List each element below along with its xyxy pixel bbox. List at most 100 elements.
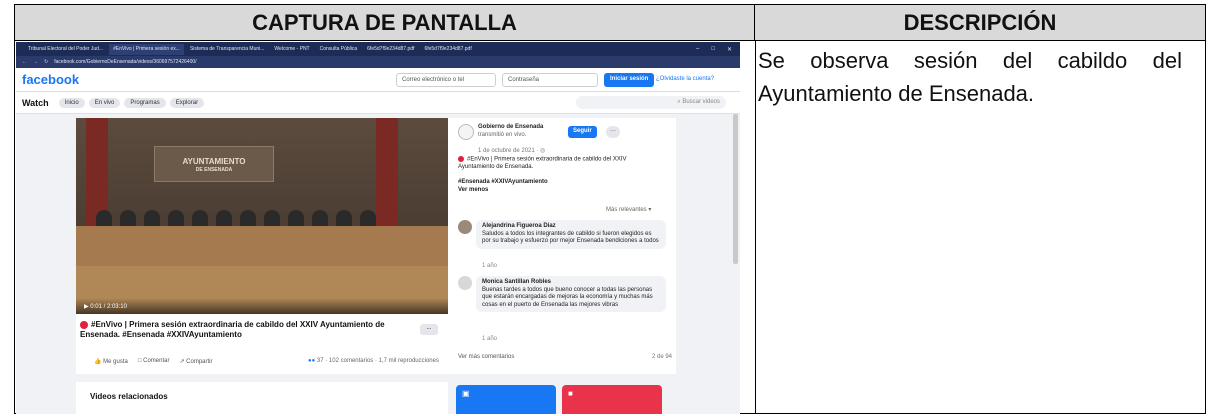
commenter-avatar[interactable]: [458, 220, 472, 234]
browser-tab[interactable]: Sistema de Transparencia Muni...: [186, 44, 268, 55]
video-controls[interactable]: ▶ 0:01 / 2:03:10: [76, 298, 448, 314]
comment-bubble: Alejandrina Figueroa Diaz Saludos a todos…: [476, 220, 666, 249]
share-label: Compartir: [186, 359, 213, 365]
scrollbar[interactable]: [733, 114, 738, 264]
video-title-text: #EnVivo | Primera sesión extraordinaria …: [80, 320, 385, 339]
facebook-header: facebook Correo electrónico o tel Contra…: [16, 68, 740, 92]
email-field[interactable]: Correo electrónico o tel: [396, 73, 496, 87]
description-cell: Se observa sesión del cabildo del Ayunta…: [758, 44, 1182, 110]
messenger-tile[interactable]: ▣: [456, 385, 556, 414]
comment-author[interactable]: Monica Santillan Robles: [482, 279, 660, 287]
video-table: [76, 226, 448, 266]
commenter-avatar[interactable]: [458, 276, 472, 290]
transmitted-text: transmitió en vivo.: [478, 131, 527, 138]
camera-icon: ■: [568, 389, 573, 398]
video-curtain: [376, 118, 398, 238]
video-search-input[interactable]: ⌕ Buscar videos: [576, 96, 726, 109]
comment-item: Alejandrina Figueroa Diaz Saludos a todos…: [458, 220, 668, 264]
more-options-button[interactable]: ...: [420, 324, 438, 335]
video-title: #EnVivo | Primera sesión extraordinaria …: [80, 320, 410, 340]
column-divider: [755, 41, 756, 413]
banner-sub: DE ENSENADA: [195, 167, 233, 173]
related-videos-title: Videos relacionados: [90, 392, 168, 401]
post-menu-button[interactable]: ···: [606, 126, 620, 138]
reaction-icons: ●●: [308, 358, 317, 364]
forgot-account-link[interactable]: ¿Olvidaste la cuenta?: [656, 76, 714, 82]
more-comments-link[interactable]: Ver más comentarios: [458, 354, 514, 362]
like-button[interactable]: 👍 Me gusta: [94, 358, 128, 365]
video-icon: ▣: [462, 389, 470, 398]
globe-icon: ◎: [540, 148, 546, 154]
post-tags-text[interactable]: #Ensenada #XXIVAyuntamiento: [458, 179, 548, 185]
post-text-body: #EnVivo | Primera sesión extraordinaria …: [458, 156, 627, 171]
browser-tab[interactable]: #EnVivo | Primera sesión ex...: [109, 43, 184, 55]
watch-nav: Watch Inicio En vivo Programas Explorar …: [16, 92, 740, 114]
post-actions: 👍 Me gusta □ Comentar ↗ Compartir: [94, 358, 213, 365]
comment-item: Monica Santillan Robles Buenas tardes a t…: [458, 276, 668, 336]
screenshot-image: Tribunal Electoral del Poder Jud... #EnV…: [16, 42, 740, 414]
comment-text: Buenas tardes a todos que bueno conocer …: [482, 286, 653, 308]
see-less-link[interactable]: Ver menos: [458, 187, 488, 193]
reactions-text: 37 · 102 comentarios · 1,7 mil reproducc…: [316, 358, 439, 364]
back-icon[interactable]: ←: [22, 59, 27, 65]
post-tags: #Ensenada #XXIVAyuntamiento Ver menos: [458, 179, 658, 194]
like-label: Me gusta: [103, 359, 128, 365]
banner-main: AYUNTAMIENTO: [182, 157, 246, 166]
live-dot-icon: [458, 156, 464, 162]
browser-tab[interactable]: 6fe5d7f9e234d87.pdf: [363, 44, 418, 55]
browser-tab[interactable]: Welcome - PNT: [270, 44, 313, 55]
page-name[interactable]: Gobierno de Ensenada transmitió en vivo.: [478, 124, 558, 139]
close-icon[interactable]: ✕: [727, 46, 732, 53]
thumbs-up-icon: 👍: [94, 359, 104, 365]
watch-title: Watch: [22, 97, 49, 108]
comment-time: 1 año: [482, 336, 498, 342]
chip-en-vivo[interactable]: En vivo: [88, 97, 121, 108]
live-tile[interactable]: ■: [562, 385, 662, 414]
chip-inicio[interactable]: Inicio: [58, 97, 85, 108]
chip-programas[interactable]: Programas: [124, 97, 166, 108]
post-text: #EnVivo | Primera sesión extraordinaria …: [458, 156, 658, 172]
video-card: AYUNTAMIENTO DE ENSENADA ▶ 0:01 / 2:03:10…: [76, 118, 676, 374]
forward-icon[interactable]: →: [33, 59, 38, 65]
post-date-text: 1 de octubre de 2021 ·: [478, 148, 541, 154]
post-date: 1 de octubre de 2021 · ◎: [478, 148, 545, 156]
chip-explorar[interactable]: Explorar: [169, 97, 205, 108]
comment-bubble: Monica Santillan Robles Buenas tardes a t…: [476, 276, 666, 312]
window-controls: – □ ✕: [696, 46, 740, 53]
comment-label: Comentar: [143, 358, 170, 364]
login-button[interactable]: Iniciar sesión: [604, 73, 655, 87]
related-videos: Videos relacionados: [76, 382, 448, 414]
search-placeholder: Buscar videos: [682, 99, 720, 105]
maximize-icon[interactable]: □: [711, 46, 715, 53]
address-bar: ← → ↻ facebook.com/GobiernoDeEnsenada/vi…: [16, 56, 740, 68]
comment-text: Saludos a todos los integrantes de cabil…: [482, 230, 659, 245]
video-player[interactable]: AYUNTAMIENTO DE ENSENADA ▶ 0:01 / 2:03:10: [76, 118, 448, 314]
comment-button[interactable]: □ Comentar: [138, 358, 170, 365]
sort-dropdown[interactable]: Más relevantes ▾: [606, 207, 651, 215]
reload-icon[interactable]: ↻: [44, 59, 48, 65]
browser-tab[interactable]: 6fe5d7f9e234d87.pdf: [420, 44, 475, 55]
reactions-summary[interactable]: ●● 37 · 102 comentarios · 1,7 mil reprod…: [308, 358, 439, 364]
header-description: DESCRIPCIÓN: [755, 5, 1205, 41]
follow-button[interactable]: Seguir: [568, 126, 597, 138]
browser-tab[interactable]: Consulta Pública: [316, 44, 362, 55]
facebook-logo[interactable]: facebook: [22, 72, 79, 87]
description-line-1: Se observa sesión del cabildo del: [758, 48, 1182, 73]
description-line-2: Ayuntamiento de Ensenada.: [758, 81, 1035, 106]
header-screenshot: CAPTURA DE PANTALLA: [15, 5, 755, 41]
browser-tab[interactable]: Tribunal Electoral del Poder Jud...: [24, 44, 107, 55]
minimize-icon[interactable]: –: [696, 46, 699, 53]
post-panel: Gobierno de Ensenada transmitió en vivo.…: [456, 118, 676, 374]
comments-page-count: 2 de 94: [652, 354, 673, 360]
video-time: 0:01 / 2:03:10: [90, 304, 127, 310]
password-field[interactable]: Contraseña: [502, 73, 598, 87]
video-banner: AYUNTAMIENTO DE ENSENADA: [154, 146, 274, 182]
comment-author[interactable]: Alejandrina Figueroa Diaz: [482, 223, 660, 231]
comment-time: 1 año: [482, 263, 498, 269]
browser-tabbar: Tribunal Electoral del Poder Jud... #EnV…: [16, 42, 740, 56]
page-name-text: Gobierno de Ensenada: [478, 124, 544, 130]
page-avatar[interactable]: [458, 124, 474, 140]
live-dot-icon: [80, 320, 88, 329]
share-button[interactable]: ↗ Compartir: [179, 358, 212, 365]
url-field[interactable]: facebook.com/GobiernoDeEnsenada/videos/3…: [54, 59, 197, 65]
